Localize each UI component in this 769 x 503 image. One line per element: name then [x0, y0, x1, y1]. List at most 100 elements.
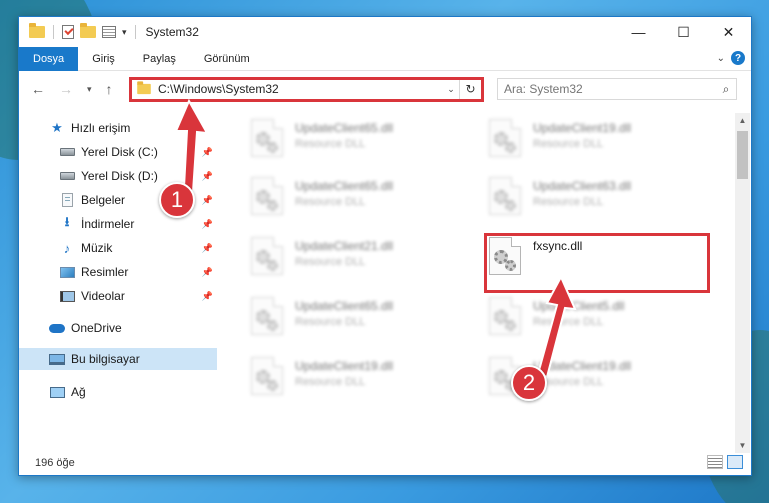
- toolbar-divider: [53, 25, 54, 39]
- quick-access-toolbar: ▾: [29, 23, 138, 39]
- address-path[interactable]: C:\Windows\System32: [158, 82, 443, 96]
- annotation-step-1: 1: [159, 182, 195, 218]
- sidebar-item-local-disk-c[interactable]: Yerel Disk (C:) 📌: [19, 141, 217, 163]
- status-bar: 196 öğe: [19, 451, 751, 475]
- pin-icon[interactable]: 📌: [202, 195, 213, 206]
- file-name: UpdateClient65.dll: [295, 179, 394, 193]
- vertical-scrollbar[interactable]: ▲ ▼: [735, 113, 750, 453]
- large-icons-view-icon[interactable]: [727, 455, 743, 469]
- address-row: ← → ▾ ↑ C:\Windows\System32 ⌄ ↻ ⌕: [19, 71, 751, 107]
- dll-file-icon: [251, 357, 283, 395]
- sidebar-item-label: Resimler: [81, 265, 129, 279]
- network-icon: [49, 385, 65, 399]
- file-item[interactable]: UpdateClient65.dll Resource DLL: [245, 115, 465, 163]
- file-description: Resource DLL: [533, 196, 604, 208]
- file-list: UpdateClient65.dll Resource DLL UpdateCli…: [225, 113, 735, 449]
- sidebar-item-label: Ağ: [71, 385, 86, 399]
- file-item[interactable]: UpdateClient19.dll Resource DLL: [483, 115, 703, 163]
- dll-file-icon: [489, 177, 521, 215]
- item-count: 196 öğe: [35, 457, 75, 469]
- search-input[interactable]: [504, 82, 716, 96]
- tab-file[interactable]: Dosya: [19, 46, 79, 71]
- pin-icon[interactable]: 📌: [202, 147, 213, 158]
- sidebar-item-music[interactable]: ♪ Müzik 📌: [19, 237, 217, 259]
- file-name: UpdateClient65.dll: [295, 299, 394, 313]
- dll-file-icon: [489, 237, 521, 275]
- address-bar[interactable]: C:\Windows\System32 ⌄ ↻: [129, 78, 482, 100]
- file-item[interactable]: UpdateClient19.dll Resource DLL: [245, 353, 465, 401]
- close-button[interactable]: ✕: [706, 17, 751, 47]
- disk-icon: [59, 169, 75, 183]
- file-name: UpdateClient19.dll: [533, 121, 632, 135]
- pin-icon[interactable]: 📌: [202, 291, 213, 302]
- sidebar-item-label: Hızlı erişim: [71, 121, 131, 135]
- new-folder-icon[interactable]: [80, 23, 96, 38]
- help-icon[interactable]: ?: [731, 51, 745, 65]
- cloud-icon: [49, 321, 65, 335]
- file-item[interactable]: UpdateClient5.dll Resource DLL: [483, 293, 703, 341]
- tab-home[interactable]: Giriş: [78, 47, 129, 71]
- sidebar-item-pictures[interactable]: Resimler 📌: [19, 261, 217, 283]
- music-icon: ♪: [63, 240, 71, 256]
- file-item[interactable]: UpdateClient63.dll Resource DLL: [483, 173, 703, 221]
- properties-check-icon[interactable]: [62, 25, 74, 39]
- window-title: System32: [145, 25, 199, 39]
- file-name: UpdateClient21.dll: [295, 239, 394, 253]
- pin-icon[interactable]: 📌: [202, 267, 213, 278]
- pin-icon[interactable]: 📌: [202, 171, 213, 182]
- sidebar-item-videos[interactable]: Videolar 📌: [19, 285, 217, 307]
- back-arrow-icon[interactable]: ←: [31, 81, 45, 97]
- sidebar-item-this-pc[interactable]: Bu bilgisayar: [19, 348, 217, 370]
- scroll-up-icon[interactable]: ▲: [735, 113, 750, 128]
- view-switcher: [707, 455, 743, 469]
- expand-ribbon-chevron-down-icon[interactable]: ⌄: [717, 53, 725, 64]
- file-description: Resource DLL: [295, 196, 366, 208]
- navigation-buttons: ← → ▾ ↑: [31, 81, 113, 97]
- recent-locations-chevron-icon[interactable]: ▾: [87, 84, 92, 95]
- folder-icon: [29, 23, 45, 38]
- pin-icon[interactable]: 📌: [202, 243, 213, 254]
- tab-view[interactable]: Görünüm: [190, 47, 264, 71]
- sidebar-item-quick-access[interactable]: ★ Hızlı erişim: [19, 117, 217, 139]
- dll-file-icon: [251, 297, 283, 335]
- file-item[interactable]: UpdateClient21.dll Resource DLL: [245, 233, 465, 281]
- video-icon: [59, 289, 75, 303]
- address-dropdown-chevron-icon[interactable]: ⌄: [443, 84, 459, 95]
- folder-icon: [137, 81, 151, 95]
- sidebar-item-label: OneDrive: [71, 321, 122, 335]
- file-description: Resource DLL: [295, 316, 366, 328]
- search-box[interactable]: ⌕: [497, 78, 737, 100]
- file-description: Resource DLL: [533, 138, 604, 150]
- dll-file-icon: [489, 119, 521, 157]
- tab-share[interactable]: Paylaş: [129, 47, 190, 71]
- document-icon: [59, 193, 75, 207]
- file-item[interactable]: UpdateClient65.dll Resource DLL: [245, 173, 465, 221]
- star-icon: ★: [51, 120, 63, 135]
- pictures-icon: [59, 265, 75, 279]
- file-name: UpdateClient5.dll: [533, 299, 625, 313]
- sidebar-item-network[interactable]: Ağ: [19, 381, 217, 403]
- dll-file-icon: [251, 237, 283, 275]
- details-view-icon[interactable]: [707, 455, 723, 469]
- window-controls: — ☐ ✕: [616, 17, 751, 47]
- sidebar-item-downloads[interactable]: ⭳ İndirmeler 📌: [19, 213, 217, 235]
- file-item[interactable]: UpdateClient65.dll Resource DLL: [245, 293, 465, 341]
- customize-toolbar-chevron-icon[interactable]: ▾: [122, 27, 127, 38]
- file-description: Resource DLL: [295, 138, 366, 150]
- file-description: Resource DLL: [533, 376, 604, 388]
- view-options-icon[interactable]: [102, 26, 116, 38]
- minimize-button[interactable]: —: [616, 17, 661, 47]
- file-item-fxsync[interactable]: fxsync.dll: [483, 233, 703, 281]
- search-icon[interactable]: ⌕: [716, 82, 736, 97]
- refresh-icon[interactable]: ↻: [459, 79, 481, 99]
- sidebar-item-local-disk-d[interactable]: Yerel Disk (D:) 📌: [19, 165, 217, 187]
- file-description: Resource DLL: [295, 256, 366, 268]
- scrollbar-thumb[interactable]: [737, 131, 748, 179]
- pin-icon[interactable]: 📌: [202, 219, 213, 230]
- maximize-button[interactable]: ☐: [661, 17, 706, 47]
- sidebar-item-onedrive[interactable]: OneDrive: [19, 317, 217, 339]
- forward-arrow-icon[interactable]: →: [59, 81, 73, 97]
- file-name: fxsync.dll: [533, 239, 583, 253]
- sidebar-item-label: Müzik: [81, 241, 113, 255]
- up-arrow-icon[interactable]: ↑: [106, 81, 113, 97]
